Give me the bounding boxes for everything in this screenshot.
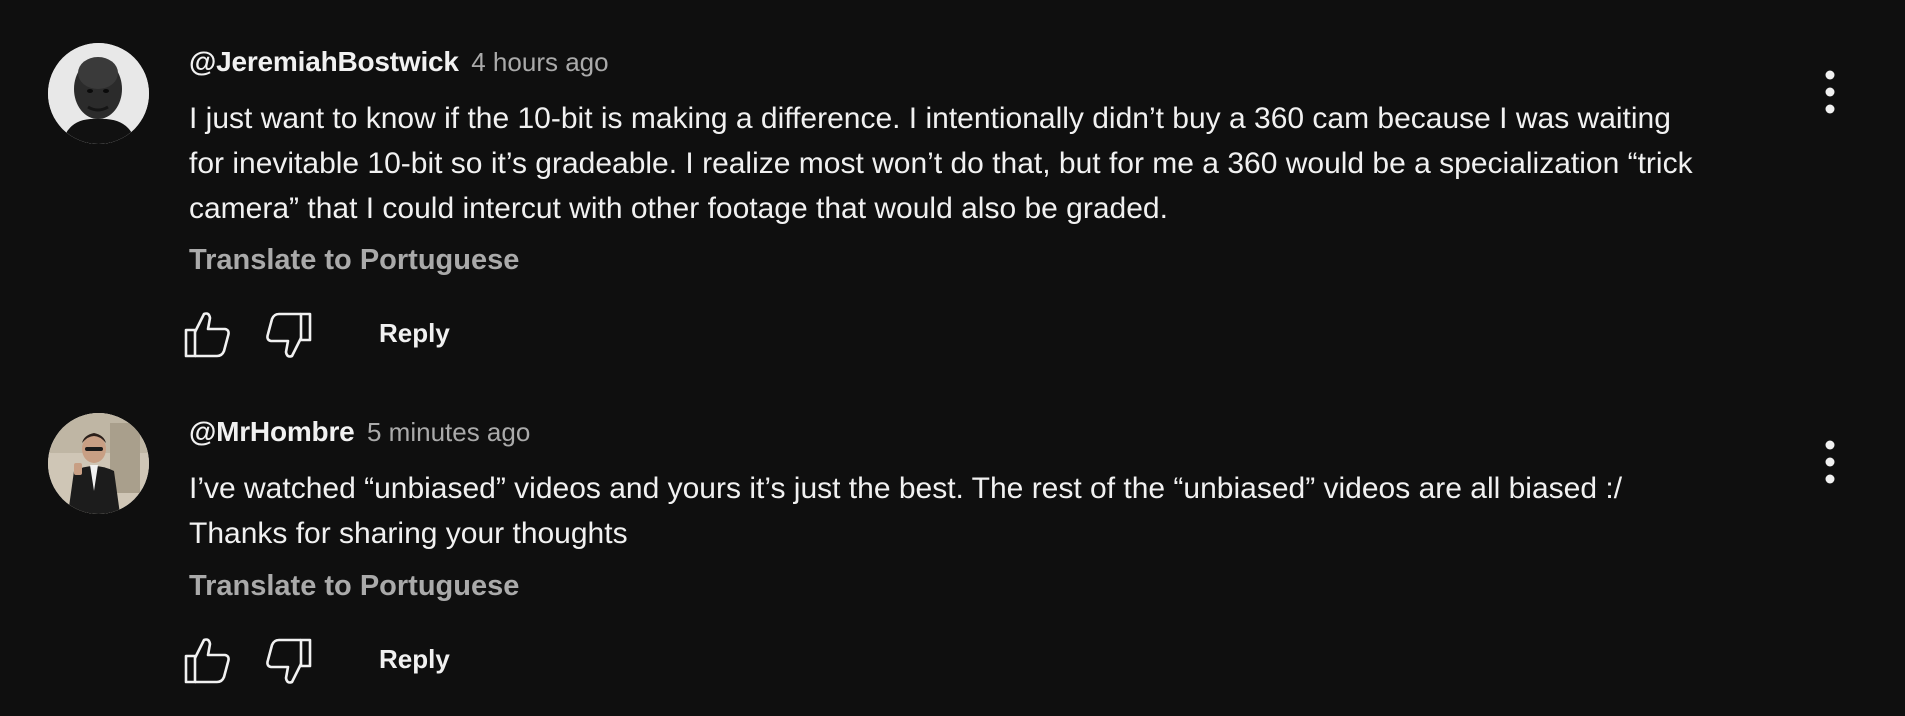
dislike-button[interactable] [263,636,313,686]
comment-text-line: for inevitable 10-bit so it’s gradeable.… [189,147,1693,180]
comment-thread: @JeremiahBostwick 4 hours ago I just wan… [0,0,1905,370]
avatar-man-in-suit-icon [48,413,149,514]
thumbs-up-icon [184,638,230,684]
translate-button[interactable]: Translate to Portuguese [189,570,519,603]
comment-timestamp[interactable]: 5 minutes ago [367,417,530,447]
comment-header: @MrHombre 5 minutes ago [189,416,530,448]
more-vert-icon [1825,70,1835,114]
comment-text-line: camera” that I could intercut with other… [189,192,1168,225]
like-button[interactable] [183,310,233,360]
dislike-button[interactable] [263,310,313,360]
comment-text-line: I’ve watched “unbiased” videos and yours… [189,472,1623,505]
comment-actions: Reply [183,636,483,686]
avatar-bald-man-icon [48,43,149,144]
author-name[interactable]: @JeremiahBostwick [189,46,459,77]
author-name[interactable]: @MrHombre [189,416,355,447]
thumbs-up-icon [184,312,230,358]
more-actions-button[interactable] [1812,438,1848,488]
more-vert-icon [1825,440,1835,484]
thumbs-down-icon [266,638,312,684]
comment-thread: @MrHombre 5 minutes ago I’ve watched “un… [0,370,1905,716]
thumbs-down-icon [266,312,312,358]
reply-button[interactable]: Reply [379,318,450,349]
like-button[interactable] [183,636,233,686]
comment-text-line: I just want to know if the 10-bit is mak… [189,102,1671,135]
translate-button[interactable]: Translate to Portuguese [189,244,519,277]
more-actions-button[interactable] [1812,68,1848,118]
comment-actions: Reply [183,310,483,360]
comment-text-line: Thanks for sharing your thoughts [189,517,628,550]
comment-timestamp[interactable]: 4 hours ago [471,47,608,77]
comment-header: @JeremiahBostwick 4 hours ago [189,46,609,78]
avatar[interactable] [48,413,149,514]
reply-button[interactable]: Reply [379,644,450,675]
comment-text: I’ve watched “unbiased” videos and yours… [189,466,1809,556]
comment-text: I just want to know if the 10-bit is mak… [189,96,1809,231]
avatar[interactable] [48,43,149,144]
